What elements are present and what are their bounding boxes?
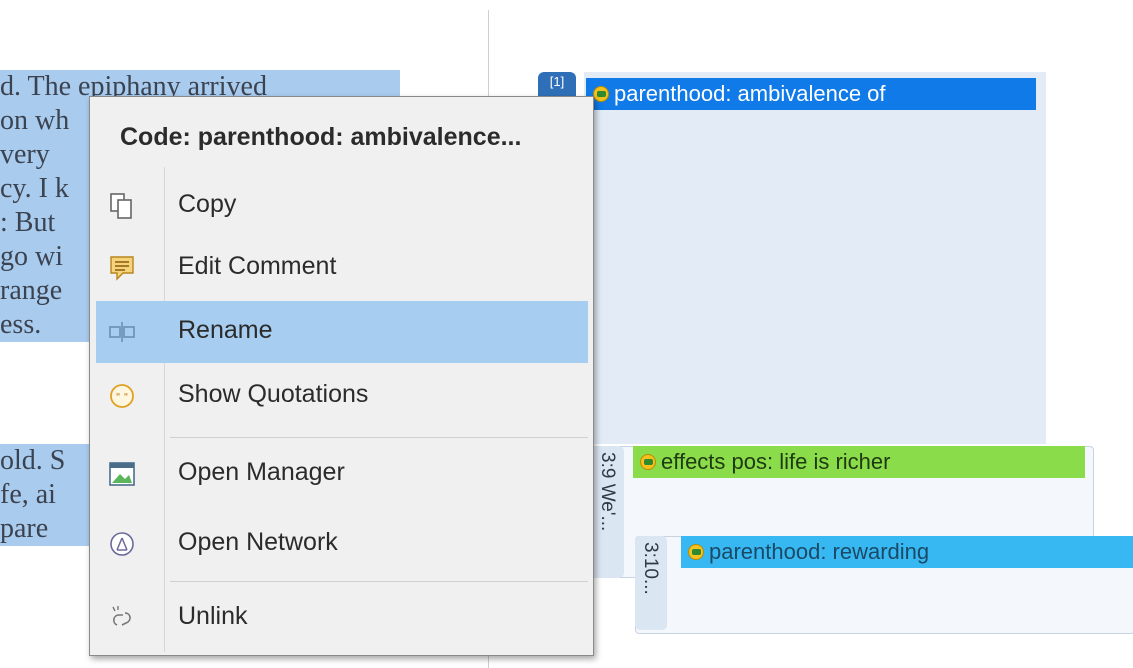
rename-icon <box>109 322 135 342</box>
code-icon <box>687 543 705 561</box>
context-menu: Code: parenthood: ambivalence... Copy Ed… <box>89 96 594 656</box>
menu-item-label: Edit Comment <box>178 252 337 280</box>
menu-item-show-quotations[interactable]: " " Show Quotations <box>96 365 588 427</box>
code-tag-ambivalence[interactable]: parenthood: ambivalence of <box>586 78 1036 110</box>
code-label: parenthood: rewarding <box>709 539 930 564</box>
menu-item-rename[interactable]: Rename <box>96 301 588 363</box>
menu-item-label: Copy <box>178 190 237 218</box>
menu-item-copy[interactable]: Copy <box>96 175 588 237</box>
code-label: effects pos: life is richer <box>661 449 891 474</box>
menu-item-label: Unlink <box>178 602 248 630</box>
quotations-icon: " " <box>110 384 134 408</box>
context-menu-title: Code: parenthood: ambivalence... <box>120 123 522 151</box>
copy-icon <box>110 193 132 219</box>
menu-item-edit-comment[interactable]: Edit Comment <box>96 237 588 299</box>
code-tag-rewarding[interactable]: parenthood: rewarding <box>681 536 1133 568</box>
menu-separator <box>170 581 588 582</box>
code-tag-life-richer[interactable]: effects pos: life is richer <box>633 446 1085 478</box>
menu-separator <box>170 437 588 438</box>
menu-item-open-network[interactable]: Open Network <box>96 513 588 575</box>
quotation-label[interactable]: 3:10... <box>635 536 667 630</box>
comment-icon <box>110 256 134 281</box>
menu-item-label: Show Quotations <box>178 380 369 408</box>
margin-code-area <box>584 72 1046 444</box>
network-icon <box>110 532 134 556</box>
menu-item-label: Rename <box>178 316 273 344</box>
code-icon <box>592 85 610 103</box>
menu-item-unlink[interactable]: Unlink <box>96 587 588 649</box>
code-icon <box>639 453 657 471</box>
code-label: parenthood: ambivalence of <box>614 81 886 106</box>
manager-icon <box>109 462 135 486</box>
quotation-label[interactable]: 3:9 We'... <box>592 446 624 578</box>
menu-item-label: Open Network <box>178 528 338 556</box>
menu-item-label: Open Manager <box>178 458 345 486</box>
svg-text:" ": " " <box>116 392 128 403</box>
unlink-icon <box>112 606 131 626</box>
menu-item-open-manager[interactable]: Open Manager <box>96 443 588 505</box>
